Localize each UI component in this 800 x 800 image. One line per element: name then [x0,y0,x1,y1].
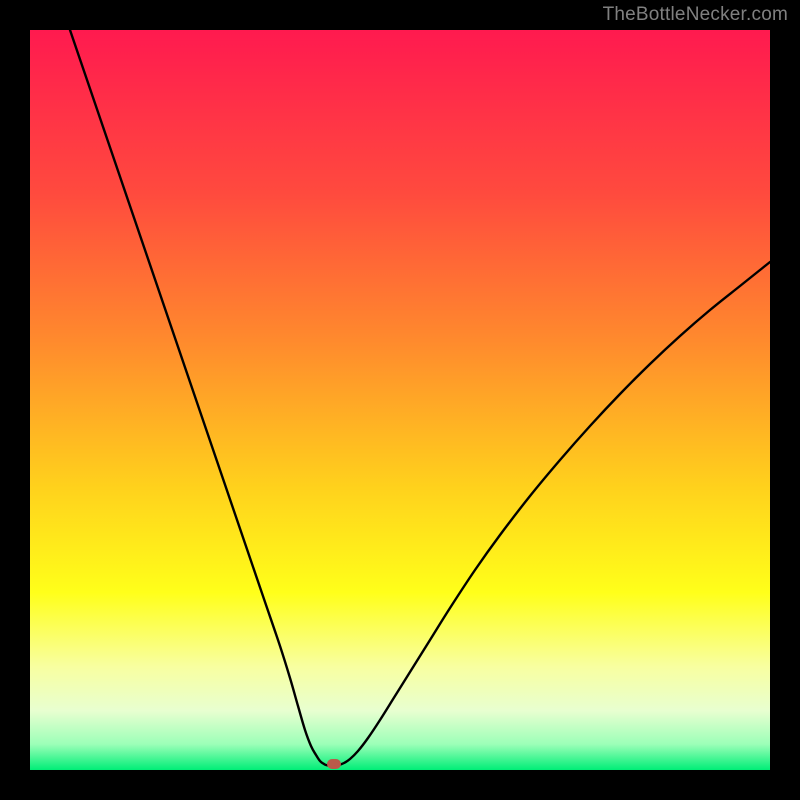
min-marker [327,759,341,769]
watermark-text: TheBottleNecker.com [603,4,788,26]
curve-layer [30,30,770,770]
plot-area [30,30,770,770]
bottleneck-curve [70,30,770,766]
chart-frame: TheBottleNecker.com [0,0,800,800]
